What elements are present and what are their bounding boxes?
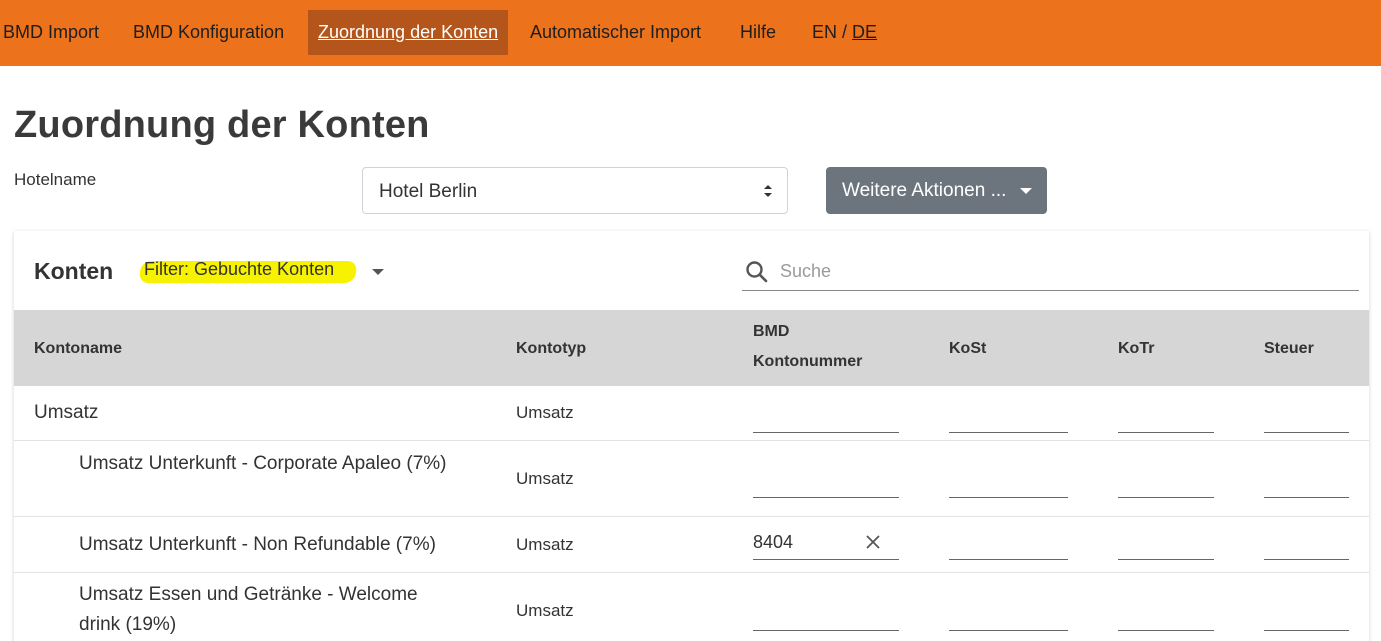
hotel-label: Hotelname bbox=[14, 170, 97, 189]
bmd-kontonummer-input[interactable]: 8404 bbox=[753, 530, 899, 560]
table-row: Umsatz Unterkunft - Corporate Apaleo (7%… bbox=[14, 441, 1369, 517]
kost-input[interactable] bbox=[949, 601, 1068, 631]
th-steuer[interactable]: Steuer bbox=[1264, 340, 1314, 358]
row-kontotyp: Umsatz bbox=[516, 403, 574, 422]
clear-icon[interactable] bbox=[865, 534, 881, 550]
row-kontotyp: Umsatz bbox=[516, 535, 574, 554]
kost-input[interactable] bbox=[949, 530, 1068, 560]
lang-separator: / bbox=[837, 22, 853, 42]
bmd-kontonummer-input[interactable] bbox=[753, 468, 899, 498]
hotel-select-value: Hotel Berlin bbox=[379, 181, 478, 202]
card-title: Konten bbox=[34, 258, 114, 284]
nav-zuordnung-der-konten[interactable]: Zuordnung der Konten bbox=[308, 10, 509, 55]
lang-de-link[interactable]: DE bbox=[852, 22, 877, 42]
table-row: Umsatz Unterkunft - Non Refundable (7%) … bbox=[14, 517, 1369, 573]
nav-hilfe[interactable]: Hilfe bbox=[740, 10, 776, 55]
row-kontotyp: Umsatz bbox=[516, 601, 574, 620]
nav-bmd-import[interactable]: BMD Import bbox=[3, 10, 99, 55]
konten-card: Konten Filter: Gebuchte Konten Kontoname… bbox=[14, 231, 1369, 641]
weitere-aktionen-label: Weitere Aktionen ... bbox=[842, 180, 1007, 201]
row-kontotyp: Umsatz bbox=[516, 469, 574, 488]
kotr-input[interactable] bbox=[1118, 530, 1214, 560]
th-kontotyp[interactable]: Kontotyp bbox=[516, 340, 586, 358]
hotel-select[interactable]: Hotel Berlin bbox=[362, 167, 788, 214]
select-arrows-icon bbox=[764, 185, 772, 197]
kotr-input[interactable] bbox=[1118, 601, 1214, 631]
kost-input[interactable] bbox=[949, 403, 1068, 433]
table-header: Kontoname Kontotyp BMD Kontonummer KoSt … bbox=[14, 310, 1369, 386]
th-kontoname[interactable]: Kontoname bbox=[34, 340, 122, 358]
kotr-input[interactable] bbox=[1118, 468, 1214, 498]
search-input[interactable] bbox=[780, 257, 1340, 285]
th-kotr[interactable]: KoTr bbox=[1118, 340, 1154, 358]
nav-bmd-konfiguration[interactable]: BMD Konfiguration bbox=[133, 10, 284, 55]
top-navbar: BMD Import BMD Konfiguration Zuordnung d… bbox=[0, 0, 1381, 66]
row-kontoname: Umsatz bbox=[34, 402, 99, 423]
weitere-aktionen-button[interactable]: Weitere Aktionen ... bbox=[826, 167, 1047, 214]
th-bmd-line1: BMD bbox=[753, 323, 790, 340]
row-kontoname: Umsatz Unterkunft - Non Refundable (7%) bbox=[79, 534, 436, 555]
table-row: Umsatz Essen und Getränke - Welcome drin… bbox=[14, 573, 1369, 641]
th-bmd-line2: Kontonummer bbox=[753, 353, 863, 370]
nav-automatischer-import[interactable]: Automatischer Import bbox=[530, 10, 701, 55]
page-title: Zuordnung der Konten bbox=[14, 104, 430, 146]
bmd-kontonummer-input[interactable] bbox=[753, 403, 899, 433]
language-switcher: EN / DE bbox=[812, 10, 877, 55]
steuer-input[interactable] bbox=[1264, 468, 1349, 498]
kost-input[interactable] bbox=[949, 468, 1068, 498]
row-kontoname: Umsatz Unterkunft - Corporate Apaleo (7%… bbox=[79, 453, 447, 474]
bmd-kontonummer-input[interactable] bbox=[753, 601, 899, 631]
bmd-value: 8404 bbox=[753, 532, 794, 552]
lang-en-link[interactable]: EN bbox=[812, 22, 837, 42]
caret-down-icon bbox=[1020, 188, 1032, 194]
kotr-input[interactable] bbox=[1118, 403, 1214, 433]
search-box bbox=[742, 253, 1359, 291]
steuer-input[interactable] bbox=[1264, 601, 1349, 631]
steuer-input[interactable] bbox=[1264, 530, 1349, 560]
th-bmd-kontonummer[interactable]: BMD Kontonummer bbox=[753, 317, 862, 377]
search-icon bbox=[746, 261, 768, 283]
th-kost[interactable]: KoSt bbox=[949, 340, 986, 358]
steuer-input[interactable] bbox=[1264, 403, 1349, 433]
filter-label: Filter: Gebuchte Konten bbox=[144, 259, 335, 279]
filter-dropdown[interactable]: Filter: Gebuchte Konten bbox=[138, 259, 358, 283]
table-row: Umsatz Umsatz bbox=[14, 386, 1369, 441]
row-kontoname: Umsatz Essen und Getränke - Welcome drin… bbox=[79, 584, 418, 635]
filter-caret-icon[interactable] bbox=[372, 269, 384, 275]
